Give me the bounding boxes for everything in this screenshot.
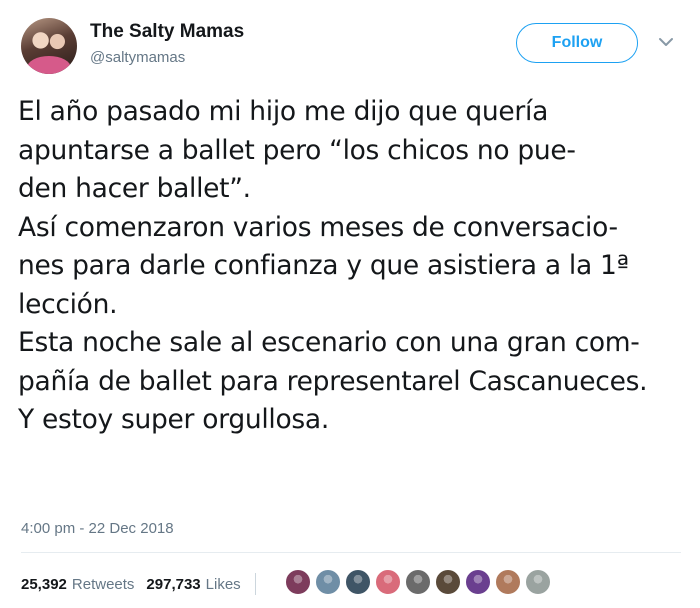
tweet-text-line: Y estoy super orgullosa. xyxy=(18,404,329,435)
tweet-text-line: El año pasado mi hijo me dijo que quería xyxy=(18,96,549,127)
tweet-text-line: lección. xyxy=(18,288,118,320)
tweet-card: The Salty Mamas @saltymamas Follow El añ… xyxy=(0,0,700,608)
likes-label[interactable]: Likes xyxy=(206,576,241,593)
stats-separator xyxy=(254,573,256,595)
tweet-text-line: Así comenzaron varios meses de conversac… xyxy=(18,211,618,243)
liker-avatar[interactable] xyxy=(375,569,401,595)
retweets-count[interactable]: 25,392 xyxy=(21,576,67,593)
chevron-down-icon[interactable] xyxy=(658,36,674,48)
tweet-text-line: nes para darle confianza y que asistiera… xyxy=(18,250,629,281)
liker-avatar[interactable] xyxy=(435,569,461,595)
liker-avatar[interactable] xyxy=(525,569,551,595)
tweet-text-line: apuntarse a ballet pero “los chicos no p… xyxy=(18,134,576,166)
tweet-stats: 25,392 Retweets 297,733 Likes xyxy=(21,573,270,595)
divider xyxy=(21,552,681,553)
follow-button[interactable]: Follow xyxy=(516,23,638,63)
liker-avatar[interactable] xyxy=(465,569,491,595)
likes-count[interactable]: 297,733 xyxy=(146,576,200,593)
tweet-text-line: Esta noche sale al escenario con una gra… xyxy=(18,327,640,358)
liker-avatar[interactable] xyxy=(405,569,431,595)
liker-avatars xyxy=(285,569,555,597)
tweet-text-line: pañía de ballet para representarel Casca… xyxy=(18,365,648,397)
tweet-timestamp[interactable]: 4:00 pm - 22 Dec 2018 xyxy=(21,520,174,537)
retweets-label[interactable]: Retweets xyxy=(72,576,135,593)
liker-avatar[interactable] xyxy=(315,569,341,595)
liker-avatar[interactable] xyxy=(495,569,521,595)
follow-button-label: Follow xyxy=(551,34,603,51)
display-name[interactable]: The Salty Mamas xyxy=(90,21,244,43)
avatar[interactable] xyxy=(21,18,77,74)
tweet-text: El año pasado mi hijo me dijo que quería… xyxy=(18,93,694,440)
user-handle[interactable]: @saltymamas xyxy=(90,49,185,66)
tweet-text-line: den hacer ballet”. xyxy=(18,173,251,204)
liker-avatar[interactable] xyxy=(345,569,371,595)
liker-avatar[interactable] xyxy=(285,569,311,595)
